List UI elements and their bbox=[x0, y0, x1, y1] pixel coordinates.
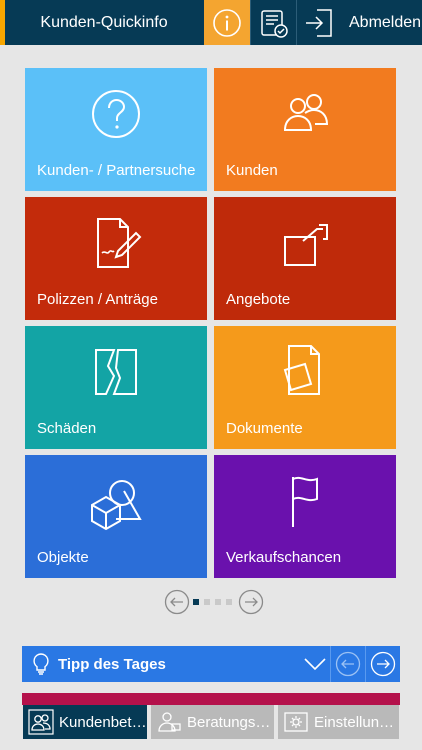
tab-label: Kundenbet… bbox=[59, 713, 147, 731]
tip-next-button[interactable] bbox=[366, 646, 400, 682]
tile-verkaufschancen[interactable]: Verkaufschancen bbox=[214, 455, 396, 578]
people-icon bbox=[28, 709, 54, 735]
pager-next-button[interactable] bbox=[238, 589, 264, 615]
logout-button[interactable]: Abmelden bbox=[297, 0, 422, 45]
tab-beratung[interactable]: Beratungs… bbox=[151, 705, 274, 739]
gear-icon bbox=[284, 712, 308, 732]
tile-label: Polizzen / Anträge bbox=[37, 291, 158, 308]
tile-label: Kunden- / Partnersuche bbox=[37, 162, 196, 179]
tip-expand-button[interactable] bbox=[300, 646, 330, 682]
logout-door-icon bbox=[306, 8, 332, 37]
tile-dokumente[interactable]: Dokumente bbox=[214, 326, 396, 449]
documents-icon bbox=[283, 345, 320, 395]
offer-hand-icon bbox=[284, 224, 328, 266]
people-icon bbox=[283, 94, 329, 131]
info-button[interactable] bbox=[204, 0, 250, 45]
flag-icon bbox=[292, 476, 318, 527]
tile-schaeden[interactable]: Schäden bbox=[25, 326, 207, 449]
signature-document-icon bbox=[97, 218, 142, 268]
phone-check-icon bbox=[260, 9, 288, 38]
tile-polizzen-antraege[interactable]: Polizzen / Anträge bbox=[25, 197, 207, 320]
pager-prev-button[interactable] bbox=[164, 589, 190, 615]
advisor-icon bbox=[158, 712, 181, 732]
page-indicator bbox=[164, 589, 264, 615]
page-dot[interactable] bbox=[215, 599, 221, 605]
tab-kundenbetreuung[interactable]: Kundenbet… bbox=[23, 705, 147, 739]
lightbulb-icon bbox=[33, 653, 49, 675]
tab-einstellungen[interactable]: Einstellun… bbox=[278, 705, 399, 739]
arrow-right-icon bbox=[370, 651, 396, 677]
tile-label: Verkaufschancen bbox=[226, 549, 342, 566]
tile-objekte[interactable]: Objekte bbox=[25, 455, 207, 578]
tab-label: Beratungs… bbox=[187, 713, 271, 731]
chevron-down-icon bbox=[304, 658, 326, 671]
arrow-left-icon bbox=[335, 651, 361, 677]
tip-of-day-label: Tipp des Tages bbox=[58, 655, 166, 673]
page-dot-active[interactable] bbox=[193, 599, 199, 605]
shapes-icon bbox=[91, 480, 142, 531]
tip-of-day-bar[interactable]: Tipp des Tages bbox=[22, 646, 400, 682]
tile-kunden[interactable]: Kunden bbox=[214, 68, 396, 191]
tile-label: Kunden bbox=[226, 162, 278, 179]
tile-label: Objekte bbox=[37, 549, 89, 566]
tip-prev-button[interactable] bbox=[331, 646, 365, 682]
contacts-button[interactable] bbox=[251, 0, 296, 45]
info-icon bbox=[213, 8, 241, 37]
page-dot[interactable] bbox=[226, 599, 232, 605]
tab-label: Einstellun… bbox=[314, 713, 395, 731]
tile-label: Schäden bbox=[37, 420, 97, 437]
arrow-right-icon bbox=[238, 589, 264, 615]
broken-frame-icon bbox=[95, 349, 137, 395]
content-strip bbox=[22, 693, 400, 705]
tile-angebote[interactable]: Angebote bbox=[214, 197, 396, 320]
top-bar: Kunden-Quickinfo Abmelden bbox=[0, 0, 422, 45]
page-dot[interactable] bbox=[204, 599, 210, 605]
app-title: Kunden-Quickinfo bbox=[40, 13, 168, 31]
logout-label: Abmelden bbox=[349, 13, 422, 31]
tile-kunden-partnersuche[interactable]: Kunden- / Partnersuche bbox=[25, 68, 207, 191]
tile-label: Dokumente bbox=[226, 420, 303, 437]
question-icon bbox=[92, 90, 140, 138]
tile-label: Angebote bbox=[226, 291, 291, 308]
arrow-left-icon bbox=[164, 589, 190, 615]
